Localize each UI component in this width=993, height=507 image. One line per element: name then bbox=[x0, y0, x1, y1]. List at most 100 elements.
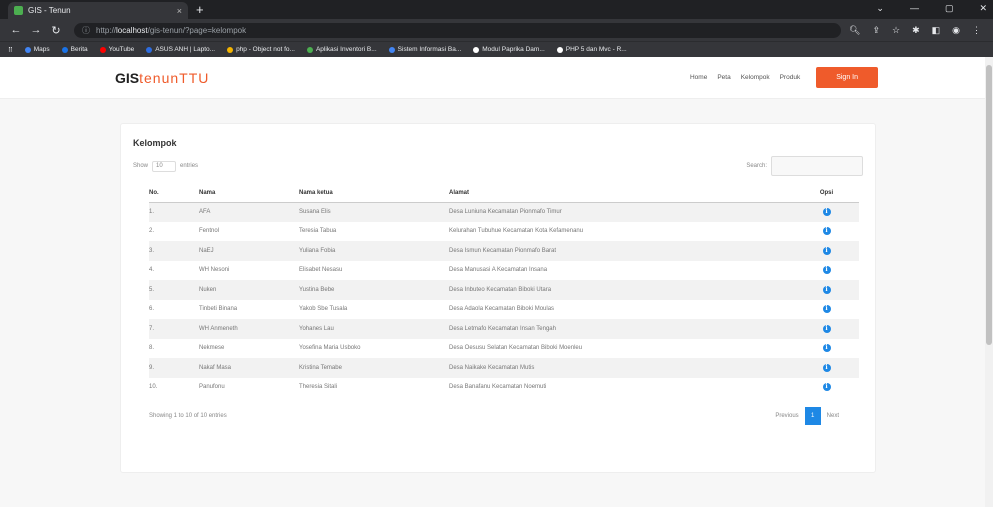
bookmark-item[interactable]: PHP 5 dan Mvc - R... bbox=[556, 46, 627, 53]
cell-opsi: i bbox=[794, 339, 859, 359]
bookmark-item[interactable]: Modul Paprika Dam... bbox=[473, 46, 545, 53]
url-input[interactable]: ⓘ http://localhost/gis-tenun/?page=kelom… bbox=[74, 22, 842, 38]
apps-icon[interactable]: ⠿ bbox=[8, 46, 13, 54]
page-title: Kelompok bbox=[133, 138, 177, 148]
bookmark-label: Modul Paprika Dam... bbox=[482, 46, 545, 53]
page-scrollbar[interactable] bbox=[985, 57, 993, 507]
favicon-icon bbox=[14, 6, 23, 15]
cell-nama: Nekmese bbox=[199, 345, 225, 352]
toolbar-icons: 🔍︎ ⇪ ☆ ✱ ◧ ◉ ⋮ bbox=[849, 25, 987, 36]
url-path: /gis-tenun/?page=kelompok bbox=[147, 25, 247, 35]
col-no[interactable]: No. bbox=[149, 184, 199, 203]
nav-link-kelompok[interactable]: Kelompok bbox=[741, 74, 770, 81]
bookmark-icon bbox=[227, 46, 234, 53]
info-icon[interactable]: i bbox=[822, 324, 831, 333]
entries-label: entries bbox=[180, 163, 199, 169]
bookmark-item[interactable]: YouTube bbox=[99, 46, 135, 53]
brand-prefix: GIS bbox=[115, 69, 140, 86]
cell-alamat: Desa Oesusu Selatan Kecamatan Biboki Moe… bbox=[449, 345, 583, 352]
cell-no: 1. bbox=[149, 202, 199, 222]
cell-alamat: Desa Banafanu Kecamatan Noemuti bbox=[449, 384, 547, 391]
browser-tab[interactable]: GIS - Tenun × bbox=[8, 2, 188, 19]
site-logo[interactable]: GIStenunTTU bbox=[115, 70, 209, 86]
reload-icon[interactable]: ↻ bbox=[46, 24, 66, 37]
search-input[interactable] bbox=[771, 156, 863, 176]
cell-no: 7. bbox=[149, 319, 199, 339]
next-button[interactable]: Next bbox=[827, 413, 839, 419]
showing-info: Showing 1 to 10 of 10 entries bbox=[149, 413, 227, 419]
previous-button[interactable]: Previous bbox=[775, 413, 798, 419]
page-viewport: GIStenunTTU Home Peta Kelompok Produk Si… bbox=[0, 57, 993, 507]
forward-icon[interactable]: → bbox=[26, 24, 46, 36]
cell-opsi: i bbox=[794, 261, 859, 281]
bookmark-item[interactable]: ASUS ANH | Lapto... bbox=[146, 46, 215, 53]
cell-no: 4. bbox=[149, 267, 155, 274]
info-icon[interactable]: i bbox=[822, 305, 831, 314]
bookmark-label: php - Object not fo... bbox=[236, 46, 295, 53]
col-opsi[interactable]: Opsi bbox=[794, 184, 859, 203]
back-icon[interactable]: ← bbox=[6, 24, 26, 36]
brand-accent: tenunTTU bbox=[139, 69, 210, 86]
window-controls: ⌄ — ▢ ✕ bbox=[876, 3, 987, 14]
search-area: Search: bbox=[746, 156, 863, 176]
page-1-button[interactable]: 1 bbox=[804, 407, 821, 425]
cell-ketua: Kristina Temabe bbox=[299, 358, 449, 378]
cell-no: 6. bbox=[149, 306, 155, 313]
info-circle-icon[interactable]: ⓘ bbox=[82, 25, 90, 36]
cell-nama: Nuken bbox=[199, 280, 299, 300]
minimize-icon[interactable]: — bbox=[910, 3, 919, 14]
col-nama-ketua[interactable]: Nama ketua bbox=[299, 184, 449, 203]
bookmarks-bar: ⠿ Maps Berita YouTube ASUS ANH | Lapto..… bbox=[0, 41, 993, 57]
bookmark-icon bbox=[24, 46, 31, 53]
col-alamat[interactable]: Alamat bbox=[449, 184, 794, 203]
entries-select[interactable]: 10 bbox=[152, 160, 177, 172]
bookmark-icon bbox=[61, 46, 68, 53]
bookmark-item[interactable]: Maps bbox=[24, 46, 50, 53]
zoom-icon[interactable]: 🔍︎ bbox=[849, 25, 860, 36]
nav-link-peta[interactable]: Peta bbox=[717, 74, 730, 81]
info-icon[interactable]: i bbox=[822, 383, 831, 392]
info-icon[interactable]: i bbox=[822, 266, 831, 275]
bookmark-item[interactable]: php - Object not fo... bbox=[227, 46, 295, 53]
cell-alamat: Desa Manusasi A Kecamatan Insana bbox=[449, 267, 548, 274]
col-nama[interactable]: Nama bbox=[199, 184, 299, 203]
maximize-icon[interactable]: ▢ bbox=[945, 3, 954, 14]
sidepanel-icon[interactable]: ◧ bbox=[932, 25, 941, 36]
table-row: 8. Nekmese Yosefina Maria Usboko Desa Oe… bbox=[149, 339, 859, 359]
info-icon[interactable]: i bbox=[822, 363, 831, 372]
bookmark-icon bbox=[99, 46, 106, 53]
menu-icon[interactable]: ⋮ bbox=[972, 25, 981, 36]
extensions-icon[interactable]: ✱ bbox=[912, 25, 920, 36]
url-scheme: http:// bbox=[96, 25, 117, 35]
url-host: localhost bbox=[116, 25, 148, 35]
cell-nama: Nakaf Masa bbox=[199, 358, 299, 378]
bookmark-label: Maps bbox=[33, 46, 50, 53]
nav-link-produk[interactable]: Produk bbox=[780, 74, 801, 81]
new-tab-icon[interactable]: + bbox=[196, 2, 204, 17]
info-icon[interactable]: i bbox=[822, 227, 831, 236]
bookmark-label: PHP 5 dan Mvc - R... bbox=[565, 46, 627, 53]
sign-in-button[interactable]: Sign In bbox=[816, 67, 878, 88]
info-icon[interactable]: i bbox=[822, 246, 831, 255]
nav-link-home[interactable]: Home bbox=[690, 74, 707, 81]
chevron-down-icon[interactable]: ⌄ bbox=[876, 3, 884, 14]
table-row: 7. WH Anmeneth Yohanes Lau Desa Letmafo … bbox=[149, 319, 859, 339]
table-row: 6. Tinbeti Binana Yakob Sbe Tusala Desa … bbox=[149, 300, 859, 320]
bookmark-item[interactable]: Sistem Informasi Ba... bbox=[388, 46, 461, 53]
info-icon[interactable]: i bbox=[822, 285, 831, 294]
close-window-icon[interactable]: ✕ bbox=[979, 3, 987, 14]
star-icon[interactable]: ☆ bbox=[892, 25, 900, 36]
info-icon[interactable]: i bbox=[822, 344, 831, 353]
bookmark-item[interactable]: Berita bbox=[61, 46, 88, 53]
bookmark-label: YouTube bbox=[108, 46, 135, 53]
cell-no: 2. bbox=[149, 228, 155, 235]
share-icon[interactable]: ⇪ bbox=[872, 25, 880, 36]
cell-ketua: Teresia Tabua bbox=[299, 228, 337, 235]
info-icon[interactable]: i bbox=[822, 208, 831, 216]
bookmark-item[interactable]: Aplikasi Inventori B... bbox=[306, 46, 377, 53]
kelompok-table: No. Nama Nama ketua Alamat Opsi 1. AFA S… bbox=[149, 184, 859, 397]
scrollbar-thumb[interactable] bbox=[986, 65, 992, 345]
profile-icon[interactable]: ◉ bbox=[952, 25, 960, 36]
tab-close-icon[interactable]: × bbox=[177, 6, 182, 16]
table-header-row: No. Nama Nama ketua Alamat Opsi bbox=[149, 184, 859, 203]
